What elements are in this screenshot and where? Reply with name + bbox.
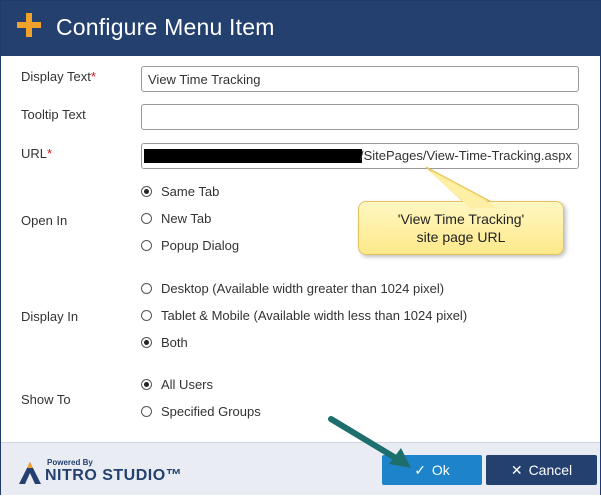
radio-circle: [141, 283, 152, 294]
powered-by-text: Powered By: [47, 458, 93, 467]
callout-line-1: 'View Time Tracking': [397, 211, 525, 227]
callout-line-2: site page URL: [416, 229, 506, 245]
nitro-logo-icon: [19, 462, 41, 484]
dialog-header: Configure Menu Item: [1, 1, 600, 56]
ok-button-label: Ok: [431, 461, 450, 478]
radio-circle: [141, 406, 152, 417]
tooltip-text-label: Tooltip Text: [21, 107, 86, 122]
callout-annotation: 'View Time Tracking' site page URL: [358, 201, 564, 255]
redaction-bar: [144, 149, 362, 163]
brand-name: NITRO STUDIO™: [45, 467, 183, 484]
display-in-label: Display In: [21, 309, 79, 324]
url-input-value: /SitePages/View-Time-Tracking.aspx: [360, 148, 572, 163]
plus-icon: [14, 10, 44, 40]
display-text-input[interactable]: [141, 66, 579, 92]
radio-circle: [141, 213, 152, 224]
radio-circle: [141, 337, 152, 348]
url-input[interactable]: /SitePages/View-Time-Tracking.aspx: [141, 143, 579, 169]
ok-button[interactable]: ✓ Ok: [382, 455, 482, 485]
url-label: URL*: [21, 146, 53, 161]
radio-circle: [141, 186, 152, 197]
required-asterisk: *: [47, 146, 53, 161]
nitro-studio-brand: Powered By NITRO STUDIO™: [17, 458, 182, 488]
cancel-button[interactable]: ✕ Cancel: [486, 455, 597, 485]
configure-menu-item-dialog: Configure Menu Item Display Text* Toolti…: [0, 0, 601, 495]
radio-circle: [141, 310, 152, 321]
close-icon: ✕: [510, 461, 523, 478]
show-to-label: Show To: [21, 392, 71, 407]
dialog-title: Configure Menu Item: [56, 14, 275, 40]
required-asterisk: *: [90, 69, 96, 84]
radio-circle: [141, 379, 152, 390]
check-icon: ✓: [414, 461, 426, 478]
tooltip-text-input[interactable]: [141, 104, 579, 130]
open-in-label: Open In: [21, 213, 68, 228]
radio-circle: [141, 240, 152, 251]
cancel-button-label: Cancel: [528, 461, 573, 478]
display-text-label: Display Text*: [21, 69, 96, 84]
